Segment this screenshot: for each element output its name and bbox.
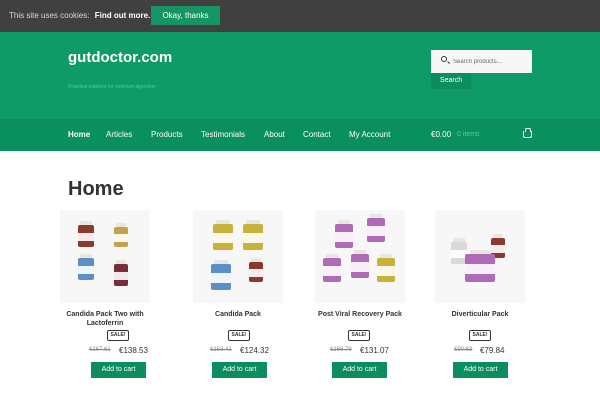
nav-item-home[interactable]: Home: [68, 130, 90, 139]
sale-badge: SALE!: [469, 330, 491, 341]
product-image[interactable]: [435, 210, 525, 303]
add-to-cart-button[interactable]: Add to cart: [453, 362, 508, 378]
product-old-price: €153.41: [210, 347, 232, 353]
cookie-message: This site uses cookies:: [9, 11, 90, 20]
cookie-find-out-more-link[interactable]: Find out more.: [95, 11, 151, 20]
search-input[interactable]: [453, 54, 528, 69]
nav-item-products[interactable]: Products: [151, 130, 183, 139]
sale-badge: SALE!: [348, 330, 370, 341]
nav-item-my-account[interactable]: My Account: [349, 130, 390, 139]
product-name[interactable]: Post Viral Recovery Pack: [310, 310, 410, 319]
product-name[interactable]: Candida Pack: [188, 310, 288, 319]
nav-item-testimonials[interactable]: Testimonials: [201, 130, 245, 139]
site-description: Practical nutrition for optimum digestio…: [68, 84, 156, 90]
product-old-price: €90.63: [454, 347, 473, 353]
search-box: [431, 50, 532, 73]
page-title: Home: [68, 178, 124, 200]
add-to-cart-button[interactable]: Add to cart: [332, 362, 387, 378]
product-image[interactable]: [60, 210, 150, 303]
product-old-price: €167.61: [89, 347, 111, 353]
site-title[interactable]: gutdoctor.com: [68, 49, 172, 66]
site-header: gutdoctor.com Practical nutrition for op…: [0, 32, 600, 119]
cookie-bar: This site uses cookies: Find out more. O…: [0, 0, 600, 32]
nav-item-about[interactable]: About: [264, 130, 285, 139]
product-image[interactable]: [193, 210, 283, 303]
product-price: €124.32: [240, 346, 269, 355]
sale-badge: SALE!: [107, 330, 129, 341]
basket-icon[interactable]: [523, 128, 532, 138]
sale-badge: SALE!: [228, 330, 250, 341]
nav-item-contact[interactable]: Contact: [303, 130, 331, 139]
product-price: €79.84: [480, 346, 505, 355]
product-price: €131.07: [360, 346, 389, 355]
cookie-accept-button[interactable]: Okay, thanks: [151, 6, 220, 25]
cart-count[interactable]: 0 items: [457, 131, 480, 138]
nav-item-articles[interactable]: Articles: [106, 130, 132, 139]
search-icon: [441, 56, 447, 62]
product-image[interactable]: [315, 210, 405, 303]
add-to-cart-button[interactable]: Add to cart: [91, 362, 146, 378]
product-name[interactable]: Diverticular Pack: [430, 310, 530, 319]
add-to-cart-button[interactable]: Add to cart: [212, 362, 267, 378]
product-name[interactable]: Candida Pack Two with Lactoferrin: [55, 310, 155, 328]
search-button[interactable]: Search: [431, 73, 471, 89]
main-nav: Home Articles Products Testimonials Abou…: [0, 119, 600, 151]
cookie-text: This site uses cookies: Find out more.: [9, 11, 150, 20]
product-price: €138.53: [119, 346, 148, 355]
product-old-price: €166.79: [330, 347, 352, 353]
cart-total[interactable]: €0.00: [431, 130, 451, 139]
